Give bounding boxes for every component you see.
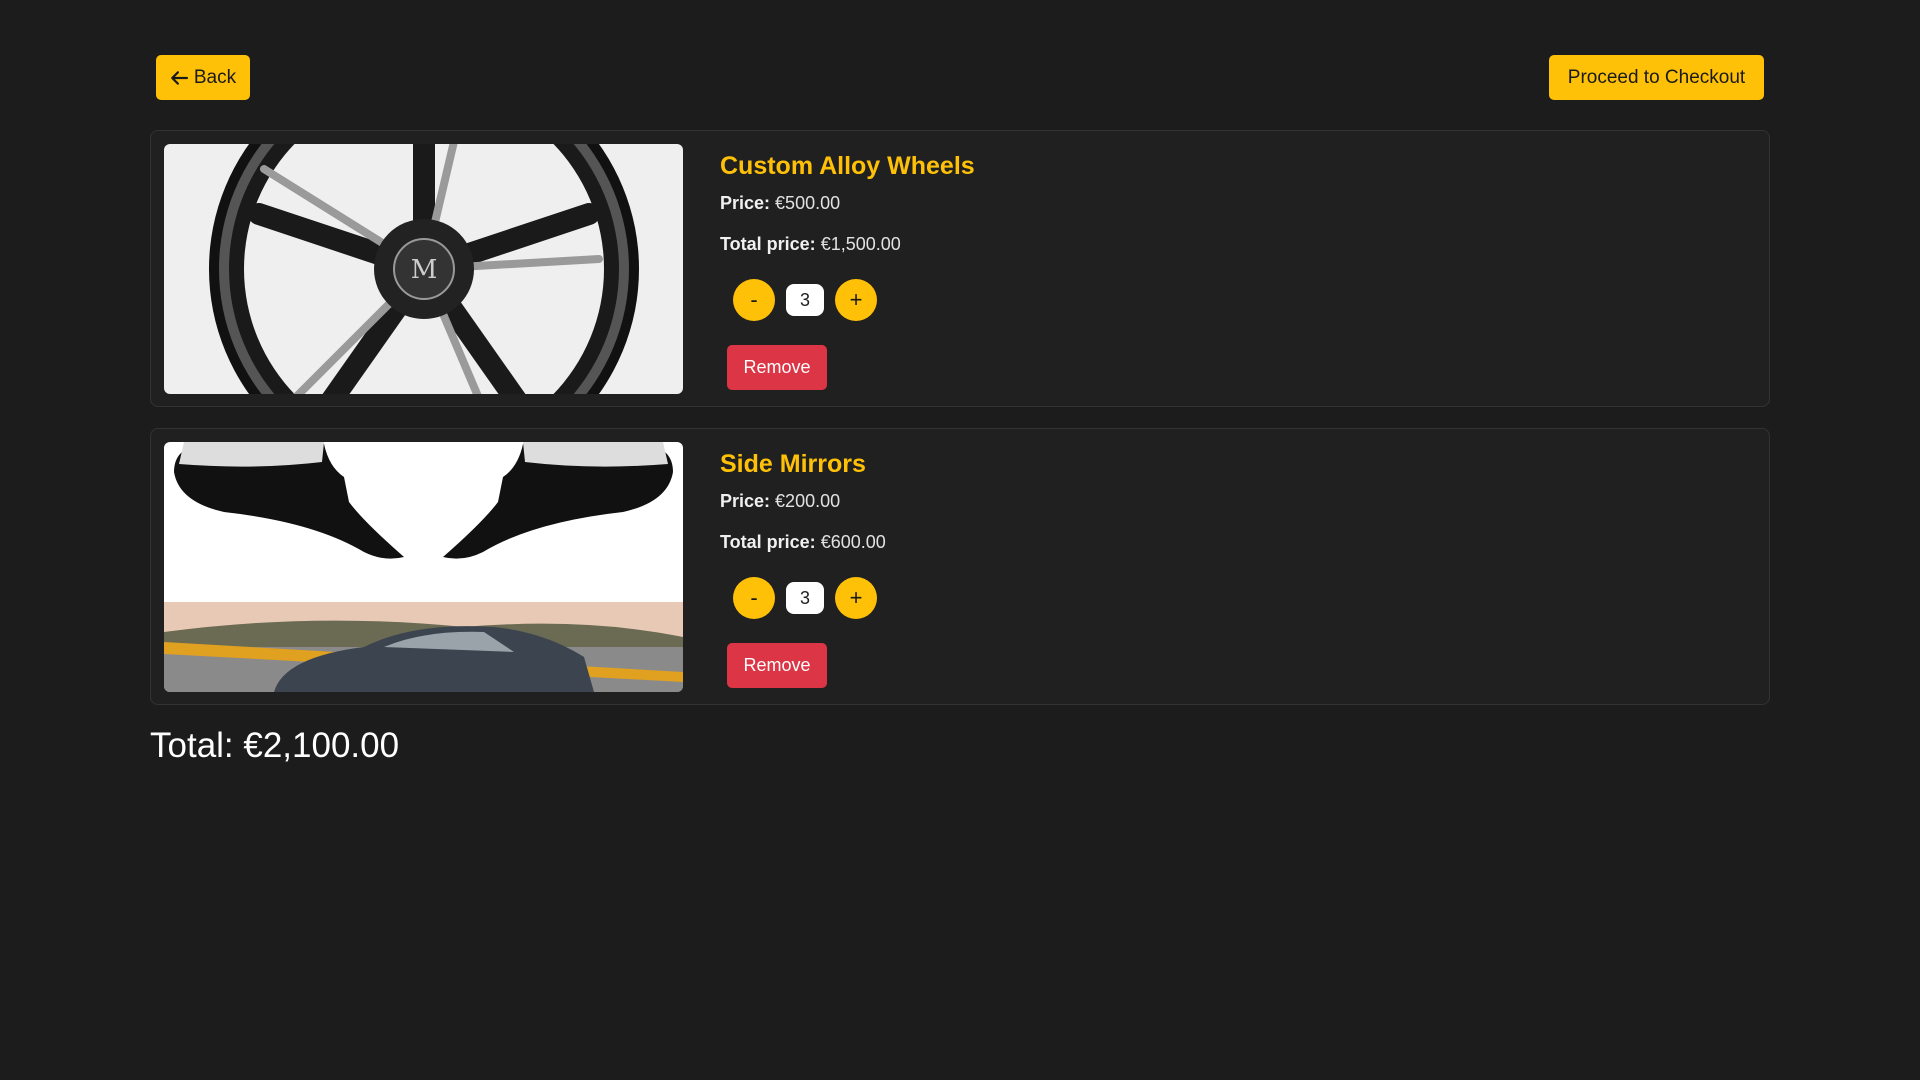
back-label: Back [193, 66, 237, 88]
svg-text:M: M [411, 255, 438, 285]
item-total-price: Total price: €600.00 [720, 532, 886, 553]
quantity-value: 3 [786, 284, 824, 316]
mirrors-picture [164, 442, 683, 692]
increase-quantity-button[interactable]: + [835, 279, 877, 321]
arrow-left-icon [171, 70, 188, 85]
remove-button[interactable]: Remove [727, 643, 827, 688]
cart-item: M Custom Alloy Wheels Price: €500.00 Tot… [150, 130, 1770, 407]
remove-button[interactable]: Remove [727, 345, 827, 390]
price-value: €500.00 [775, 193, 841, 213]
top-bar: Back Proceed to Checkout [156, 55, 1764, 100]
item-info: Side Mirrors Price: €200.00 Total price:… [720, 442, 886, 691]
total-price-value: €1,500.00 [820, 234, 901, 254]
cart-list: M Custom Alloy Wheels Price: €500.00 Tot… [150, 130, 1770, 705]
checkout-button[interactable]: Proceed to Checkout [1549, 55, 1764, 100]
cart-item: Side Mirrors Price: €200.00 Total price:… [150, 428, 1770, 705]
alloy-wheel-image: M [164, 144, 683, 394]
quantity-value: 3 [786, 582, 824, 614]
item-name: Side Mirrors [720, 450, 866, 478]
total-price-label: Total price: [720, 234, 816, 254]
item-price: Price: €200.00 [720, 491, 886, 512]
quantity-stepper: - 3 + [733, 573, 886, 623]
price-value: €200.00 [775, 491, 841, 511]
back-button[interactable]: Back [156, 55, 250, 100]
item-price: Price: €500.00 [720, 193, 975, 214]
price-label: Price: [720, 193, 771, 213]
cart-grand-total: Total: €2,100.00 [150, 726, 400, 765]
decrease-quantity-button[interactable]: - [733, 279, 775, 321]
item-info: Custom Alloy Wheels Price: €500.00 Total… [720, 144, 975, 393]
total-price-label: Total price: [720, 532, 816, 552]
quantity-stepper: - 3 + [733, 275, 975, 325]
price-label: Price: [720, 491, 771, 511]
cart-page: Back Proceed to Checkout M Custom Alloy … [150, 55, 1770, 766]
item-total-price: Total price: €1,500.00 [720, 234, 975, 255]
increase-quantity-button[interactable]: + [835, 577, 877, 619]
item-name: Custom Alloy Wheels [720, 152, 975, 180]
wheel-picture: M [164, 144, 683, 394]
decrease-quantity-button[interactable]: - [733, 577, 775, 619]
side-mirrors-image [164, 442, 683, 692]
total-price-value: €600.00 [820, 532, 886, 552]
